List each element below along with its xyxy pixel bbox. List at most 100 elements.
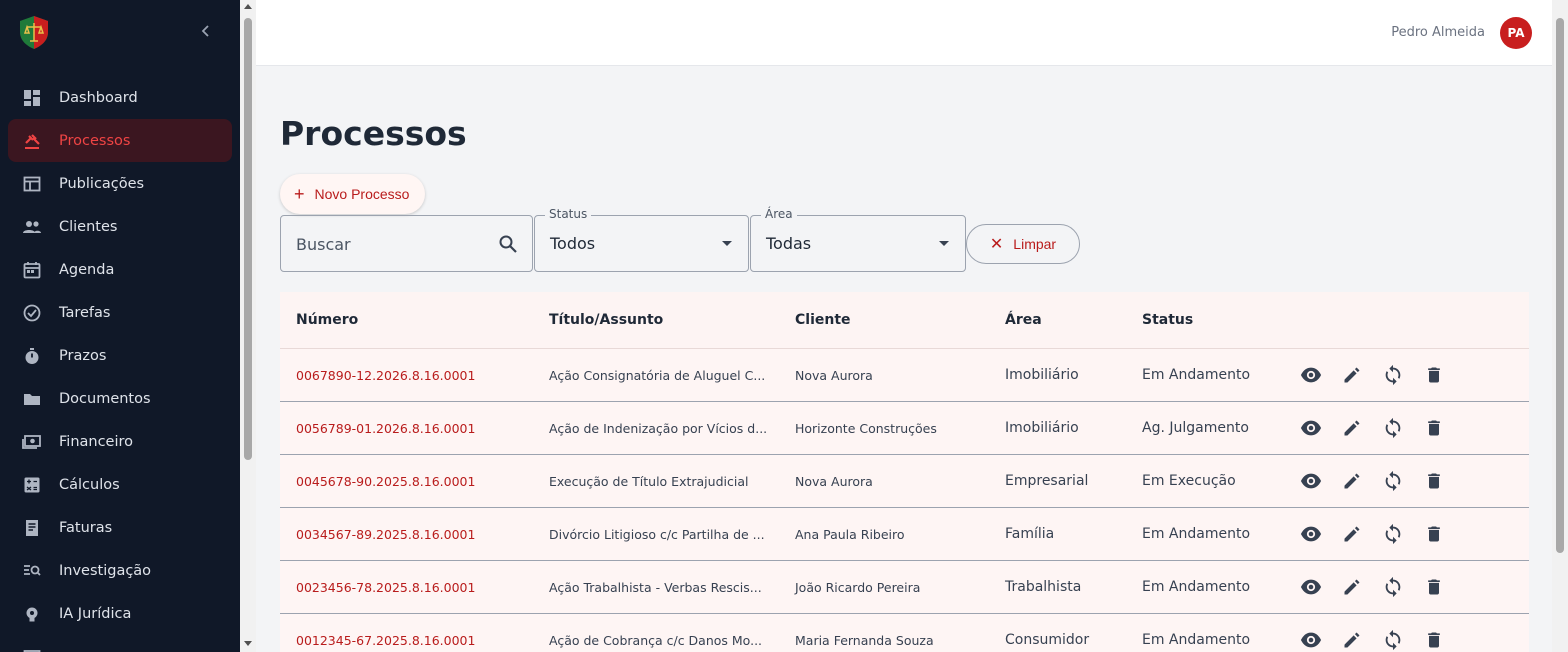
- sidebar-item-partial[interactable]: [8, 635, 232, 652]
- process-client: Maria Fernanda Souza: [795, 632, 934, 648]
- delete-icon[interactable]: [1423, 523, 1445, 545]
- edit-icon[interactable]: [1341, 364, 1363, 386]
- sync-icon[interactable]: [1382, 470, 1404, 492]
- sync-icon[interactable]: [1382, 417, 1404, 439]
- partial-icon: [22, 647, 42, 652]
- header-area[interactable]: Área: [989, 312, 1126, 328]
- view-icon[interactable]: [1300, 576, 1322, 598]
- sidebar-item-prazos[interactable]: Prazos: [8, 334, 232, 377]
- sidebar-item-label: Prazos: [59, 347, 107, 364]
- sidebar-scrollbar[interactable]: [240, 0, 256, 652]
- search-input[interactable]: [296, 232, 486, 256]
- process-client: João Ricardo Pereira: [795, 579, 921, 595]
- sidebar-item-dashboard[interactable]: Dashboard: [8, 76, 232, 119]
- process-number-link[interactable]: 0023456-78.2025.8.16.0001: [280, 580, 533, 595]
- sidebar-item-financeiro[interactable]: Financeiro: [8, 420, 232, 463]
- view-icon[interactable]: [1300, 417, 1322, 439]
- plus-icon: +: [294, 184, 305, 204]
- sidebar-item-label: Dashboard: [59, 89, 138, 106]
- edit-icon[interactable]: [1341, 629, 1363, 651]
- sidebar-item-faturas[interactable]: Faturas: [8, 506, 232, 549]
- view-icon[interactable]: [1300, 629, 1322, 651]
- scroll-down-arrow-icon[interactable]: [244, 641, 252, 646]
- sync-icon[interactable]: [1382, 576, 1404, 598]
- clear-filters-button[interactable]: ✕ Limpar: [966, 224, 1080, 264]
- sidebar-item-publicacoes[interactable]: Publicações: [8, 162, 232, 205]
- search-field[interactable]: [280, 215, 533, 272]
- row-actions: [1296, 417, 1529, 439]
- header-titulo[interactable]: Título/Assunto: [533, 312, 779, 328]
- new-process-label: Novo Processo: [314, 186, 410, 202]
- process-area: Imobiliário: [1005, 420, 1079, 436]
- scroll-up-arrow-icon[interactable]: [244, 4, 252, 9]
- sidebar-item-documentos[interactable]: Documentos: [8, 377, 232, 420]
- sync-icon[interactable]: [1382, 364, 1404, 386]
- table-row[interactable]: 0045678-90.2025.8.16.0001 Execução de Tí…: [280, 455, 1529, 508]
- avatar[interactable]: PA: [1500, 17, 1532, 49]
- sync-icon[interactable]: [1382, 629, 1404, 651]
- process-area: Consumidor: [1005, 632, 1090, 648]
- topbar: Pedro Almeida PA: [256, 0, 1552, 66]
- edit-icon[interactable]: [1341, 417, 1363, 439]
- status-select[interactable]: Status Todos: [534, 207, 749, 272]
- edit-icon[interactable]: [1341, 470, 1363, 492]
- delete-icon[interactable]: [1423, 470, 1445, 492]
- sidebar-item-tarefas[interactable]: Tarefas: [8, 291, 232, 334]
- area-select[interactable]: Área Todas: [750, 207, 966, 272]
- search-list-icon: [22, 561, 42, 581]
- page-title: Processos: [280, 114, 467, 153]
- edit-icon[interactable]: [1341, 523, 1363, 545]
- sidebar-item-clientes[interactable]: Clientes: [8, 205, 232, 248]
- sidebar-item-investigacao[interactable]: Investigação: [8, 549, 232, 592]
- table-header: Número Título/Assunto Cliente Área Statu…: [280, 292, 1529, 349]
- page-scrollbar[interactable]: [1552, 0, 1568, 652]
- sidebar: Dashboard Processos Publicações Clientes…: [0, 0, 240, 652]
- process-number-link[interactable]: 0045678-90.2025.8.16.0001: [280, 474, 533, 489]
- sidebar-nav: Dashboard Processos Publicações Clientes…: [0, 76, 240, 652]
- scrollbar-thumb[interactable]: [1556, 18, 1564, 553]
- view-icon[interactable]: [1300, 470, 1322, 492]
- process-client: Horizonte Construções: [795, 420, 937, 436]
- delete-icon[interactable]: [1423, 576, 1445, 598]
- process-number-link[interactable]: 0056789-01.2026.8.16.0001: [280, 421, 533, 436]
- sync-icon[interactable]: [1382, 523, 1404, 545]
- table-row[interactable]: 0023456-78.2025.8.16.0001 Ação Trabalhis…: [280, 561, 1529, 614]
- sidebar-item-processos[interactable]: Processos: [8, 119, 232, 162]
- table-row[interactable]: 0056789-01.2026.8.16.0001 Ação de Indeni…: [280, 402, 1529, 455]
- delete-icon[interactable]: [1423, 364, 1445, 386]
- folder-icon: [22, 389, 42, 409]
- close-icon: ✕: [989, 236, 1004, 253]
- sidebar-item-label: Publicações: [59, 175, 145, 192]
- table-body: 0067890-12.2026.8.16.0001 Ação Consignat…: [280, 349, 1529, 652]
- process-title: Ação de Indenização por Vícios d...: [549, 420, 768, 436]
- header-status[interactable]: Status: [1126, 312, 1296, 328]
- delete-icon[interactable]: [1423, 417, 1445, 439]
- new-process-button[interactable]: + Novo Processo: [280, 174, 426, 214]
- header-cliente[interactable]: Cliente: [779, 312, 989, 328]
- process-area: Empresarial: [1005, 473, 1089, 489]
- process-number-link[interactable]: 0034567-89.2025.8.16.0001: [280, 527, 533, 542]
- delete-icon[interactable]: [1423, 629, 1445, 651]
- process-number-link[interactable]: 0067890-12.2026.8.16.0001: [280, 368, 533, 383]
- view-icon[interactable]: [1300, 523, 1322, 545]
- process-number-link[interactable]: 0012345-67.2025.8.16.0001: [280, 633, 533, 648]
- area-value: Todas: [766, 234, 812, 253]
- status-label: Status: [545, 207, 592, 221]
- sidebar-item-label: Clientes: [59, 218, 118, 235]
- process-status: Em Andamento: [1142, 632, 1251, 648]
- sidebar-item-agenda[interactable]: Agenda: [8, 248, 232, 291]
- sidebar-item-label: Financeiro: [59, 433, 134, 450]
- header-numero[interactable]: Número: [280, 312, 533, 328]
- table-row[interactable]: 0067890-12.2026.8.16.0001 Ação Consignat…: [280, 349, 1529, 402]
- process-client: Ana Paula Ribeiro: [795, 526, 905, 542]
- sidebar-item-calculos[interactable]: Cálculos: [8, 463, 232, 506]
- ai-bulb-icon: [22, 604, 42, 624]
- table-row[interactable]: 0034567-89.2025.8.16.0001 Divórcio Litig…: [280, 508, 1529, 561]
- sidebar-item-ia-juridica[interactable]: IA Jurídica: [8, 592, 232, 635]
- scrollbar-thumb[interactable]: [244, 18, 252, 460]
- search-icon[interactable]: [498, 234, 518, 254]
- edit-icon[interactable]: [1341, 576, 1363, 598]
- view-icon[interactable]: [1300, 364, 1322, 386]
- chevron-left-icon[interactable]: [196, 21, 216, 41]
- table-row[interactable]: 0012345-67.2025.8.16.0001 Ação de Cobran…: [280, 614, 1529, 652]
